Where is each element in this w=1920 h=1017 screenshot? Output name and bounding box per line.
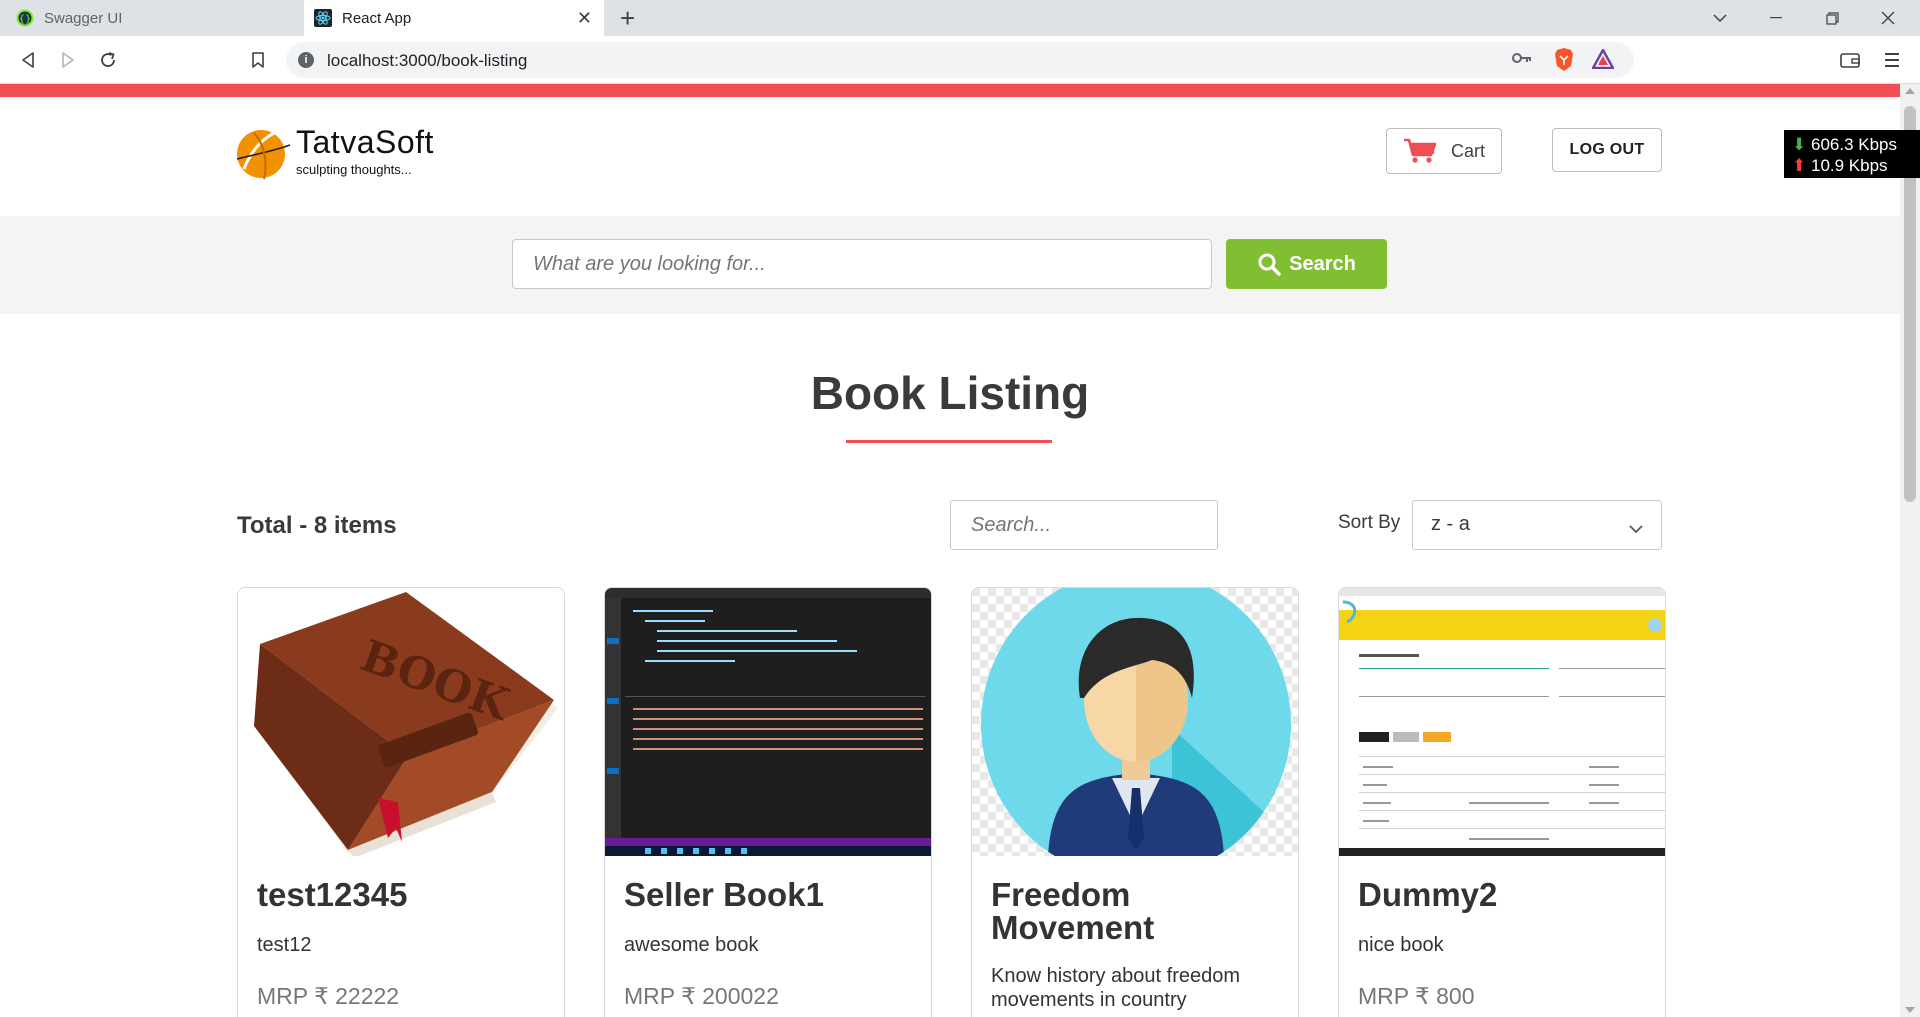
sort-select[interactable]: z - a — [1412, 500, 1662, 550]
address-bar[interactable]: i localhost:3000/book-listing — [286, 42, 1634, 78]
new-tab-icon[interactable]: + — [620, 4, 635, 32]
tatvasoft-logo[interactable]: TatvaSoft sculpting thoughts... — [234, 124, 434, 181]
logout-button[interactable]: LOG OUT — [1552, 128, 1662, 172]
book-card[interactable]: Freedom Movement Know history about free… — [971, 587, 1299, 1017]
scroll-up-icon[interactable] — [1905, 88, 1915, 94]
book-price: MRP ₹ 22222 — [257, 983, 400, 1009]
swagger-icon: {} — [16, 9, 34, 27]
brave-shields-icon[interactable] — [1554, 48, 1574, 77]
book-cover-image: BOOK — [238, 588, 564, 856]
book-card[interactable]: Dummy2 nice book MRP ₹ 800 — [1338, 587, 1666, 1017]
minimize-icon[interactable] — [1748, 0, 1804, 36]
search-button[interactable]: Search — [1226, 239, 1387, 289]
brand-name: TatvaSoft — [296, 124, 434, 160]
page-scrollbar[interactable] — [1900, 84, 1920, 1017]
password-key-icon[interactable] — [1512, 51, 1532, 70]
chevron-down-icon — [1629, 517, 1643, 540]
book-description: test12 — [257, 934, 312, 956]
book-description: Know history about freedom movements in … — [991, 965, 1241, 1011]
page-title: Book Listing — [810, 367, 1090, 419]
book-title: test12345 — [257, 876, 408, 913]
cart-button[interactable]: Cart — [1386, 128, 1502, 174]
site-header: TatvaSoft sculpting thoughts... Cart LOG… — [0, 97, 1900, 192]
total-items-count: Total - 8 items — [237, 512, 397, 539]
svg-text:{}: {} — [19, 14, 32, 25]
search-icon — [1258, 253, 1281, 276]
upload-speed: 10.9 Kbps — [1810, 156, 1888, 175]
search-button-label: Search — [1289, 252, 1356, 275]
close-tab-icon[interactable]: ✕ — [577, 9, 592, 27]
book-cover-image — [605, 588, 931, 856]
browser-toolbar: i localhost:3000/book-listing — [0, 36, 1920, 84]
download-arrow-icon: ⬇ — [1792, 135, 1807, 154]
sort-label: Sort By — [1338, 512, 1401, 533]
scroll-down-icon[interactable] — [1905, 1007, 1915, 1013]
tab-swagger-ui[interactable]: {} Swagger UI — [0, 0, 304, 36]
book-description: awesome book — [624, 934, 759, 956]
tab-search-icon[interactable] — [1692, 0, 1748, 36]
cart-label: Cart — [1450, 140, 1485, 161]
page-viewport: TatvaSoft sculpting thoughts... Cart LOG… — [0, 84, 1900, 1017]
tab-title: Swagger UI — [44, 9, 123, 27]
title-underline — [846, 440, 1052, 443]
browser-tab-bar: {} Swagger UI React App ✕ + — [0, 0, 1920, 36]
book-title: Freedom Movement — [991, 876, 1155, 946]
brand-tagline: sculpting thoughts... — [296, 162, 412, 177]
filter-search-input[interactable] — [950, 500, 1218, 550]
cart-icon — [1403, 138, 1437, 163]
forward-icon[interactable] — [56, 48, 80, 72]
download-speed: 606.3 Kbps — [1810, 135, 1897, 154]
book-price: MRP ₹ 800 — [1358, 983, 1475, 1009]
restore-icon[interactable] — [1804, 0, 1860, 36]
book-description: nice book — [1358, 934, 1444, 956]
url-text[interactable]: localhost:3000/book-listing — [327, 51, 527, 71]
tab-title: React App — [342, 9, 412, 27]
sort-selected-value: z - a — [1431, 513, 1470, 535]
book-cover-image — [972, 588, 1298, 856]
reload-icon[interactable] — [96, 48, 120, 72]
book-card[interactable]: BOOK test12345 test12 MRP ₹ 22222 — [237, 587, 565, 1017]
tab-react-app[interactable]: React App ✕ — [304, 0, 604, 36]
menu-icon[interactable] — [1880, 48, 1904, 72]
wallet-icon[interactable] — [1838, 48, 1862, 72]
close-window-icon[interactable] — [1860, 0, 1916, 36]
react-icon — [314, 9, 332, 27]
logo-globe-icon — [236, 127, 291, 180]
bookmark-icon[interactable] — [246, 48, 270, 72]
book-price: MRP ₹ 200022 — [624, 983, 779, 1009]
site-info-icon[interactable]: i — [298, 52, 314, 68]
book-cover-image — [1339, 588, 1665, 856]
search-band: Search — [0, 216, 1900, 314]
brave-rewards-icon[interactable] — [1591, 48, 1615, 74]
book-title: Seller Book1 — [624, 876, 824, 913]
upload-arrow-icon: ⬆ — [1792, 156, 1807, 175]
back-icon[interactable] — [16, 48, 40, 72]
network-speed-widget: ⬇ 606.3 Kbps ⬆ 10.9 Kbps — [1784, 130, 1920, 178]
top-accent-strip — [0, 84, 1900, 97]
main-search-input[interactable] — [512, 239, 1212, 289]
book-card[interactable]: Seller Book1 awesome book MRP ₹ 200022 — [604, 587, 932, 1017]
book-title: Dummy2 — [1358, 876, 1498, 913]
